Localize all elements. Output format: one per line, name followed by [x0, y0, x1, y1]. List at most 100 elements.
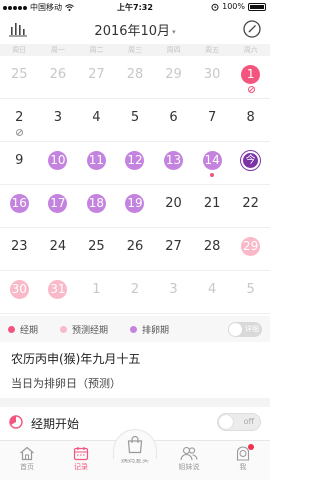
calendar-day[interactable]: 12: [116, 142, 155, 184]
day-number: 14: [202, 151, 222, 170]
tab-label: 首页: [20, 463, 34, 471]
calendar-day[interactable]: 26: [116, 228, 155, 270]
calendar-day[interactable]: 30: [193, 56, 232, 98]
day-number: 6: [169, 110, 178, 125]
day-number: 25: [11, 67, 28, 82]
weekday-label: 周五: [205, 46, 220, 54]
people-icon: [180, 446, 198, 461]
calendar-day[interactable]: 2: [116, 271, 155, 313]
calendar-day[interactable]: 20: [154, 185, 193, 227]
calendar-day[interactable]: 3: [39, 99, 78, 141]
calendar-day[interactable]: 26: [39, 56, 78, 98]
day-number: 16: [9, 194, 29, 213]
calendar-day[interactable]: 1: [231, 56, 270, 98]
period-dot-icon: [8, 325, 15, 333]
calendar-day[interactable]: 10: [39, 142, 78, 184]
day-number: 3: [53, 110, 62, 125]
calendar-day[interactable]: 24: [39, 228, 78, 270]
calendar-day[interactable]: 18: [77, 185, 116, 227]
calendar-day[interactable]: 22: [231, 185, 270, 227]
calendar-day[interactable]: 14: [193, 142, 232, 184]
predicted-dot-icon: [60, 325, 68, 333]
calendar-day[interactable]: 11: [77, 142, 116, 184]
legend-item-predicted: 预测经期: [60, 323, 108, 336]
day-number: 27: [165, 239, 182, 254]
calendar-day[interactable]: 25: [77, 228, 116, 270]
legend-label: 预测经期: [72, 325, 109, 336]
day-number: 31: [48, 280, 68, 299]
calendar-day[interactable]: 30: [0, 271, 39, 313]
calendar-day[interactable]: 4: [77, 99, 116, 141]
period-start-toggle[interactable]: off: [217, 413, 261, 431]
day-number: 30: [203, 67, 221, 82]
calendar-day[interactable]: 28: [116, 56, 155, 98]
calendar-day[interactable]: 21: [193, 185, 232, 227]
details-toggle-label: 详细: [245, 325, 259, 333]
legend-item-ovulation: 排卵期: [130, 323, 169, 336]
calendar-week-row: 16 17 18 19 20 21 22: [0, 185, 270, 228]
day-number: 11: [86, 151, 106, 170]
calendar-day[interactable]: 17: [39, 185, 78, 227]
calendar-day[interactable]: 27: [77, 56, 116, 98]
day-number: 7: [207, 110, 217, 125]
calendar-week-row: 23 24 25 26 27 28 29: [0, 228, 270, 271]
calendar-day[interactable]: 2: [0, 99, 39, 141]
calendar-day[interactable]: 16: [0, 185, 39, 227]
period-start-icon: [9, 415, 23, 429]
calendar-day[interactable]: 29: [154, 56, 193, 98]
calendar-day[interactable]: 7: [193, 99, 232, 141]
day-number: 9: [15, 153, 24, 168]
calendar-day[interactable]: 28: [193, 228, 232, 270]
tab-sisters[interactable]: 姐妹说: [162, 441, 216, 480]
edit-icon[interactable]: [242, 19, 262, 39]
day-number: 3: [169, 282, 178, 297]
calendar-day[interactable]: 4: [193, 271, 232, 313]
tab-shop[interactable]: 姨妈爱买: [108, 429, 162, 480]
legend-item-period: 经期: [8, 323, 38, 336]
day-number: 28: [203, 239, 221, 254]
day-number: 30: [9, 280, 29, 299]
toggle-knob: [229, 323, 242, 336]
calendar-day[interactable]: 23: [0, 228, 39, 270]
weekday-row: 周日 周一 周二 周三 周四 周五 周六: [0, 44, 270, 56]
weekday-label: 周日: [12, 46, 27, 54]
calendar-day[interactable]: 13: [154, 142, 193, 184]
day-number: 5: [130, 110, 140, 125]
calendar-day[interactable]: 5: [116, 99, 155, 141]
day-number: 25: [88, 239, 105, 254]
day-number: 18: [86, 194, 106, 213]
tab-me[interactable]: 我: [216, 441, 270, 480]
calendar-day[interactable]: 9: [0, 142, 39, 184]
calendar-day[interactable]: 5: [231, 271, 270, 313]
tab-home[interactable]: 首页: [0, 441, 54, 480]
tab-records[interactable]: 记录: [54, 441, 108, 480]
status-right: 100%: [211, 2, 266, 11]
period-start-label: 经期开始: [31, 417, 80, 431]
notification-badge: [248, 444, 254, 450]
day-number: 29: [165, 67, 182, 82]
battery-percent: 100%: [222, 2, 245, 11]
calendar-day-today[interactable]: 今: [231, 142, 270, 184]
calendar-day[interactable]: 29: [231, 228, 270, 270]
calendar-day[interactable]: 1: [77, 271, 116, 313]
month-selector[interactable]: 2016年10月 ▾: [0, 20, 270, 39]
calendar-day[interactable]: 25: [0, 56, 39, 98]
day-number: 2: [15, 110, 24, 125]
day-number: 4: [92, 110, 101, 125]
calendar-day[interactable]: 6: [154, 99, 193, 141]
calendar-day[interactable]: 3: [154, 271, 193, 313]
tab-label: 姐妹说: [178, 463, 200, 471]
details-toggle[interactable]: 详细: [228, 322, 262, 337]
legend-label: 排卵期: [142, 325, 170, 336]
tab-bar: 首页 记录 姨妈爱买 姐妹说 我: [0, 429, 270, 480]
calendar-day[interactable]: 31: [39, 271, 78, 313]
calendar-grid: 25 26 27 28 29 30 1 2 3 4 5 6 7 8 9 10 11 12 13 14 今 16 17 18 19…: [0, 56, 270, 314]
day-number: 1: [241, 65, 261, 84]
day-number: 13: [164, 151, 184, 170]
day-number: 20: [165, 196, 182, 211]
calendar-day[interactable]: 19: [116, 185, 155, 227]
calendar-day[interactable]: 27: [154, 228, 193, 270]
calendar-day[interactable]: 8: [231, 99, 270, 141]
calendar-week-row: 25 26 27 28 29 30 1: [0, 56, 270, 99]
period-start-toggle-label: off: [243, 417, 254, 426]
